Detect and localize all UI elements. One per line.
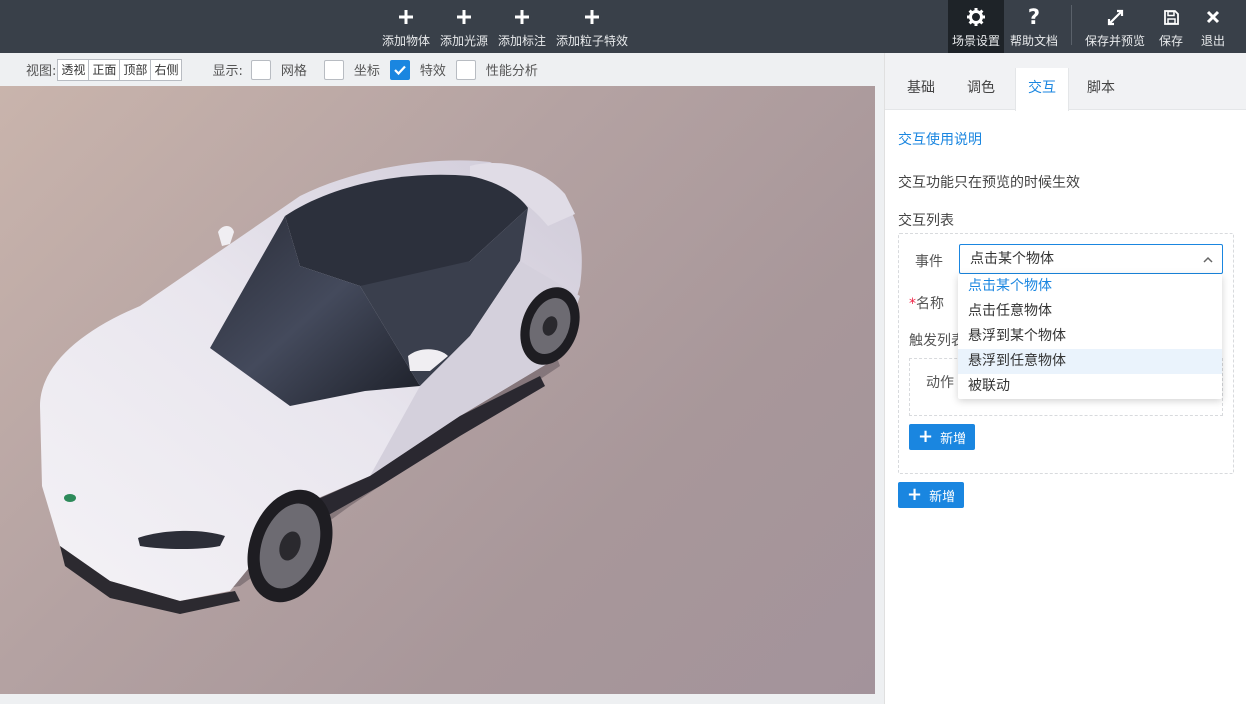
plus-icon: [514, 6, 530, 28]
add-particle-label: 添加粒子特效: [555, 34, 628, 48]
event-label: 事件: [915, 254, 943, 270]
save-button[interactable]: 保存: [1154, 0, 1188, 53]
close-icon: [1206, 6, 1220, 28]
car-model: [40, 160, 582, 614]
axis-label: 坐标: [353, 64, 380, 79]
event-select-value: 点击某个物体: [970, 251, 1054, 267]
add-object-button[interactable]: 添加物体: [381, 0, 431, 53]
dropdown-option[interactable]: 点击某个物体: [958, 274, 1222, 299]
expand-icon: [1107, 6, 1124, 28]
grid-label: 网格: [280, 64, 307, 79]
dropdown-option[interactable]: 被联动: [958, 374, 1222, 399]
add-label-button[interactable]: 添加标注: [497, 0, 547, 53]
plus-icon: [584, 6, 600, 28]
add-label-label: 添加标注: [497, 34, 546, 48]
effects-label: 特效: [419, 64, 446, 79]
add-object-label: 添加物体: [381, 34, 430, 48]
top-toolbar: 添加物体 添加光源 添加标注 添加粒子特效 场景设置 ? 帮助文档 保存并预览 …: [0, 0, 1246, 53]
add-interaction-button[interactable]: + 新增: [898, 482, 965, 508]
tab-color[interactable]: 调色: [955, 68, 1007, 110]
scene-settings-button[interactable]: 场景设置: [948, 0, 1004, 53]
required-mark: *: [909, 296, 916, 312]
interaction-help-link[interactable]: 交互使用说明: [898, 129, 982, 149]
performance-checkbox[interactable]: [455, 59, 476, 80]
view-front-button[interactable]: 正面: [88, 58, 121, 81]
axis-checkbox[interactable]: [323, 59, 344, 80]
dropdown-option[interactable]: 悬浮到任意物体: [958, 349, 1222, 374]
tab-interaction[interactable]: 交互: [1015, 68, 1069, 111]
plus-icon: [456, 6, 472, 28]
viewport-bottom-strip: [0, 694, 884, 704]
view-right-button[interactable]: 右侧: [150, 58, 183, 81]
save-label: 保存: [1158, 34, 1183, 48]
save-preview-label: 保存并预览: [1084, 34, 1145, 48]
view-label: 视图:: [26, 64, 57, 79]
add-trigger-label: 新增: [940, 431, 967, 447]
add-light-label: 添加光源: [439, 34, 488, 48]
panel-splitter[interactable]: [875, 86, 884, 694]
help-docs-label: 帮助文档: [1009, 34, 1058, 48]
display-label: 显示:: [212, 64, 243, 79]
name-label: *名称: [909, 293, 944, 313]
plus-icon: [398, 6, 414, 28]
interaction-list-label: 交互列表: [898, 213, 954, 229]
plus-icon: +: [918, 426, 934, 447]
exit-label: 退出: [1200, 34, 1225, 48]
question-icon: ?: [1027, 5, 1041, 29]
add-particle-button[interactable]: 添加粒子特效: [555, 0, 629, 53]
add-trigger-button[interactable]: + 新增: [909, 424, 976, 450]
action-label: 动作: [926, 375, 954, 391]
exit-button[interactable]: 退出: [1196, 0, 1230, 53]
3d-viewport[interactable]: [0, 86, 875, 694]
effects-checkbox[interactable]: [389, 59, 410, 80]
view-bar: 视图: 透视 正面 顶部 右侧 显示: 网格 坐标 特效 性能分析: [0, 53, 884, 86]
event-dropdown: 点击某个物体 点击任意物体 悬浮到某个物体 悬浮到任意物体 被联动: [958, 274, 1222, 399]
event-select[interactable]: 点击某个物体: [959, 244, 1223, 274]
add-interaction-label: 新增: [929, 489, 956, 505]
view-perspective-button[interactable]: 透视: [57, 58, 90, 81]
dropdown-option[interactable]: 点击任意物体: [958, 299, 1222, 324]
plus-icon: +: [907, 484, 923, 505]
dropdown-option[interactable]: 悬浮到某个物体: [958, 324, 1222, 349]
interaction-note: 交互功能只在预览的时候生效: [898, 175, 1080, 191]
checkmark-icon: [394, 65, 406, 75]
add-light-button[interactable]: 添加光源: [439, 0, 489, 53]
toolbar-divider: [1071, 5, 1072, 45]
panel-tabs: 基础 调色 交互 脚本: [885, 53, 1246, 111]
help-docs-button[interactable]: ? 帮助文档: [1008, 0, 1060, 53]
tab-script[interactable]: 脚本: [1075, 68, 1127, 110]
view-buttons: 透视 正面 顶部 右侧: [57, 58, 183, 81]
scene-settings-label: 场景设置: [951, 34, 1000, 48]
gear-icon: [967, 6, 985, 28]
grid-checkbox[interactable]: [250, 59, 271, 80]
floppy-disk-icon: [1163, 6, 1180, 28]
save-preview-button[interactable]: 保存并预览: [1084, 0, 1146, 53]
view-top-button[interactable]: 顶部: [119, 58, 152, 81]
trigger-list-label: 触发列表: [909, 333, 965, 349]
performance-label: 性能分析: [485, 64, 538, 79]
tab-basic[interactable]: 基础: [895, 68, 947, 110]
name-label-text: 名称: [916, 296, 944, 312]
